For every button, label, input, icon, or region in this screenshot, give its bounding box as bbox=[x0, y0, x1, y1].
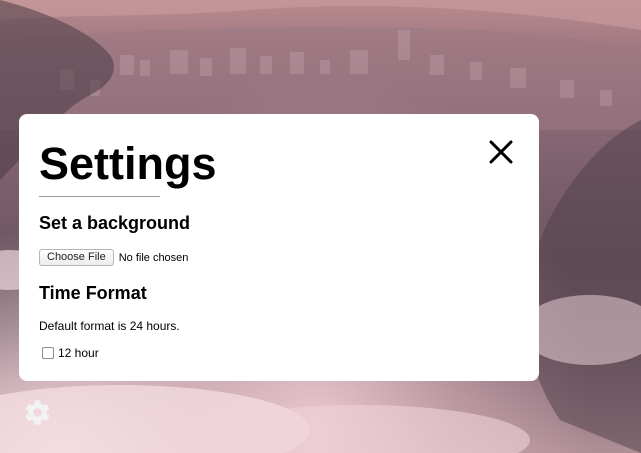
time-format-description: Default format is 24 hours. bbox=[39, 319, 180, 333]
settings-modal: Settings Set a background Choose File No… bbox=[19, 114, 539, 381]
twelve-hour-checkbox[interactable] bbox=[42, 347, 54, 359]
close-button[interactable] bbox=[487, 138, 515, 166]
twelve-hour-option[interactable]: 12 hour bbox=[42, 346, 99, 360]
title-divider bbox=[39, 196, 160, 197]
background-section-heading: Set a background bbox=[39, 213, 191, 233]
twelve-hour-label: 12 hour bbox=[58, 346, 99, 360]
choose-file-button[interactable]: Choose File bbox=[39, 249, 114, 266]
modal-title: Settings bbox=[39, 138, 217, 189]
time-format-heading: Time Format bbox=[39, 283, 147, 303]
gear-icon bbox=[25, 400, 50, 425]
file-status-text: No file chosen bbox=[118, 251, 189, 264]
settings-button[interactable] bbox=[23, 398, 52, 427]
background-file-input[interactable]: Choose File No file chosen bbox=[39, 249, 188, 266]
close-icon bbox=[489, 140, 513, 164]
